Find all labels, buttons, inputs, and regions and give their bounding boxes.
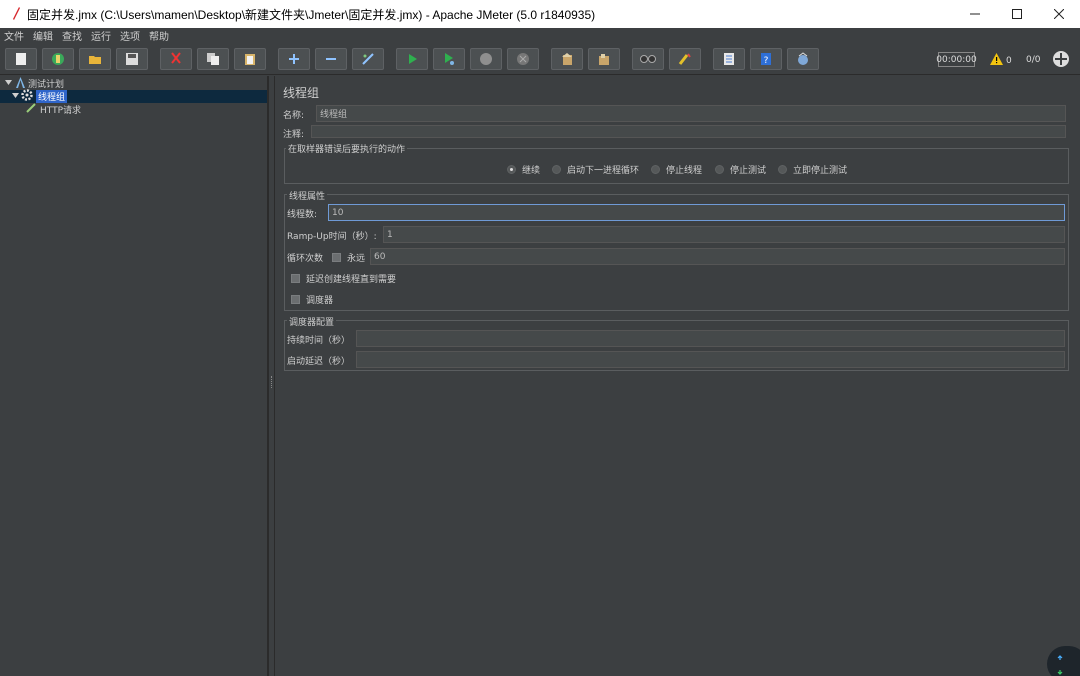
delay-thread-creation-checkbox[interactable]: 延迟创建线程直到需要 — [291, 272, 396, 285]
scheduler-label: 调度器 — [306, 296, 334, 306]
menu-search[interactable]: 查找 — [62, 28, 82, 43]
error-action-group-title: 在取样器错误后要执行的动作 — [286, 142, 408, 155]
forever-label: 永远 — [347, 254, 366, 264]
radio-dot[interactable] — [715, 165, 724, 174]
radio-label: 继续 — [522, 166, 541, 176]
start-no-pause-icon[interactable] — [433, 48, 465, 70]
shutdown-icon[interactable] — [507, 48, 539, 70]
title-bar: 固定并发.jmx (C:\Users\mamen\Desktop\新建文件夹\J… — [0, 0, 1080, 28]
tree-label-test-plan: 测试计划 — [28, 80, 65, 90]
startup-delay-field[interactable] — [356, 351, 1065, 368]
toggle-icon[interactable] — [352, 48, 384, 70]
tree-label-http-request: HTTP请求 — [40, 106, 82, 116]
delay-thread-creation-label: 延迟创建线程直到需要 — [306, 275, 397, 285]
radio-dot[interactable] — [507, 165, 516, 174]
minimize-button[interactable] — [954, 0, 996, 28]
threads-label: 线程数: — [287, 210, 318, 220]
tree-item-http-request[interactable]: HTTP请求 — [26, 103, 81, 116]
window-title: 固定并发.jmx (C:\Users\mamen\Desktop\新建文件夹\J… — [27, 7, 596, 22]
duration-label: 持续时间（秒） — [287, 336, 351, 346]
radio-start-next-loop[interactable]: 启动下一进程循环 — [552, 163, 639, 176]
clear-all-icon[interactable] — [588, 48, 620, 70]
menu-options[interactable]: 选项 — [120, 28, 140, 43]
tree-item-test-plan[interactable]: 测试计划 — [4, 76, 65, 90]
duration-field[interactable] — [356, 330, 1065, 347]
maximize-button[interactable] — [996, 0, 1038, 28]
toolbar: ? 00:00:00 0 0/0 — [0, 43, 1080, 75]
reset-search-icon[interactable] — [669, 48, 701, 70]
test-plan-tree: 测试计划 线程组 HTTP请求 — [0, 76, 268, 676]
active-threads: 0/0 — [1026, 55, 1041, 65]
sampler-pipette-icon — [26, 103, 36, 116]
gear-icon — [21, 89, 33, 104]
name-label: 名称: — [283, 111, 305, 121]
pane-splitter[interactable] — [268, 76, 275, 676]
open-icon[interactable] — [79, 48, 111, 70]
clear-icon[interactable] — [551, 48, 583, 70]
radio-label: 停止测试 — [730, 166, 767, 176]
menu-bar: 文件 编辑 查找 运行 选项 帮助 — [0, 28, 1080, 43]
save-icon[interactable] — [116, 48, 148, 70]
loop-count-field[interactable]: 60 — [370, 248, 1065, 265]
help-icon[interactable]: ? — [750, 48, 782, 70]
expand-arrow-icon[interactable] — [4, 78, 13, 90]
checkbox-box[interactable] — [332, 253, 341, 262]
paste-icon[interactable] — [234, 48, 266, 70]
radio-dot[interactable] — [552, 165, 561, 174]
radio-label: 立即停止测试 — [793, 166, 848, 176]
loop-count-label: 循环次数 — [287, 254, 324, 264]
svg-text:?: ? — [764, 56, 769, 66]
radio-stop-thread[interactable]: 停止线程 — [651, 163, 702, 176]
expand-arrow-icon[interactable] — [11, 91, 20, 103]
start-icon[interactable] — [396, 48, 428, 70]
remote-icon[interactable] — [787, 48, 819, 70]
checkbox-box[interactable] — [291, 274, 300, 283]
threads-field[interactable]: 10 — [328, 204, 1065, 221]
scheduler-checkbox[interactable]: 调度器 — [291, 293, 333, 306]
scheduler-config-title: 调度器配置 — [287, 315, 337, 328]
checkbox-box[interactable] — [291, 295, 300, 304]
warning-icon — [990, 53, 1003, 68]
thread-group-panel: 线程组 名称: 线程组 注释: 在取样器错误后要执行的动作 继续 启动下一进程循… — [276, 76, 1080, 676]
search-icon[interactable] — [632, 48, 664, 70]
rampup-field[interactable]: 1 — [383, 226, 1065, 243]
warning-count: 0 — [1006, 55, 1012, 66]
menu-edit[interactable]: 编辑 — [33, 28, 53, 43]
menu-file[interactable]: 文件 — [4, 28, 24, 43]
comment-label: 注释: — [283, 130, 305, 140]
close-button[interactable] — [1038, 0, 1080, 28]
radio-dot[interactable] — [651, 165, 660, 174]
rampup-label: Ramp-Up时间（秒）: — [287, 232, 377, 242]
elapsed-timer: 00:00:00 — [936, 52, 977, 67]
menu-run[interactable]: 运行 — [91, 28, 111, 43]
comment-field[interactable] — [311, 125, 1066, 138]
name-field[interactable]: 线程组 — [316, 105, 1066, 122]
radio-label: 停止线程 — [666, 166, 703, 176]
templates-icon[interactable] — [42, 48, 74, 70]
copy-icon[interactable] — [197, 48, 229, 70]
tree-item-thread-group[interactable]: 线程组 — [0, 89, 267, 104]
expand-icon[interactable] — [278, 48, 310, 70]
function-helper-icon[interactable] — [713, 48, 745, 70]
splitter-grip[interactable] — [271, 376, 273, 388]
stop-icon[interactable] — [470, 48, 502, 70]
radio-dot[interactable] — [778, 165, 787, 174]
forever-checkbox[interactable]: 永远 — [332, 251, 365, 264]
warnings-indicator[interactable]: 0 — [990, 53, 1012, 68]
jmeter-feather-icon — [7, 5, 25, 23]
radio-stop-test[interactable]: 停止测试 — [715, 163, 766, 176]
thread-properties-title: 线程属性 — [287, 189, 328, 202]
collapse-icon[interactable] — [315, 48, 347, 70]
new-icon[interactable] — [5, 48, 37, 70]
page-title: 线程组 — [283, 86, 320, 100]
cut-icon[interactable] — [160, 48, 192, 70]
radio-stop-test-now[interactable]: 立即停止测试 — [778, 163, 847, 176]
tree-label-thread-group: 线程组 — [36, 90, 68, 103]
radio-label: 启动下一进程循环 — [567, 166, 640, 176]
menu-help[interactable]: 帮助 — [149, 28, 169, 43]
radio-continue[interactable]: 继续 — [507, 163, 540, 176]
floating-widget[interactable] — [1047, 646, 1080, 676]
startup-delay-label: 启动延迟（秒） — [287, 357, 351, 367]
log-viewer-icon[interactable] — [1052, 50, 1070, 68]
